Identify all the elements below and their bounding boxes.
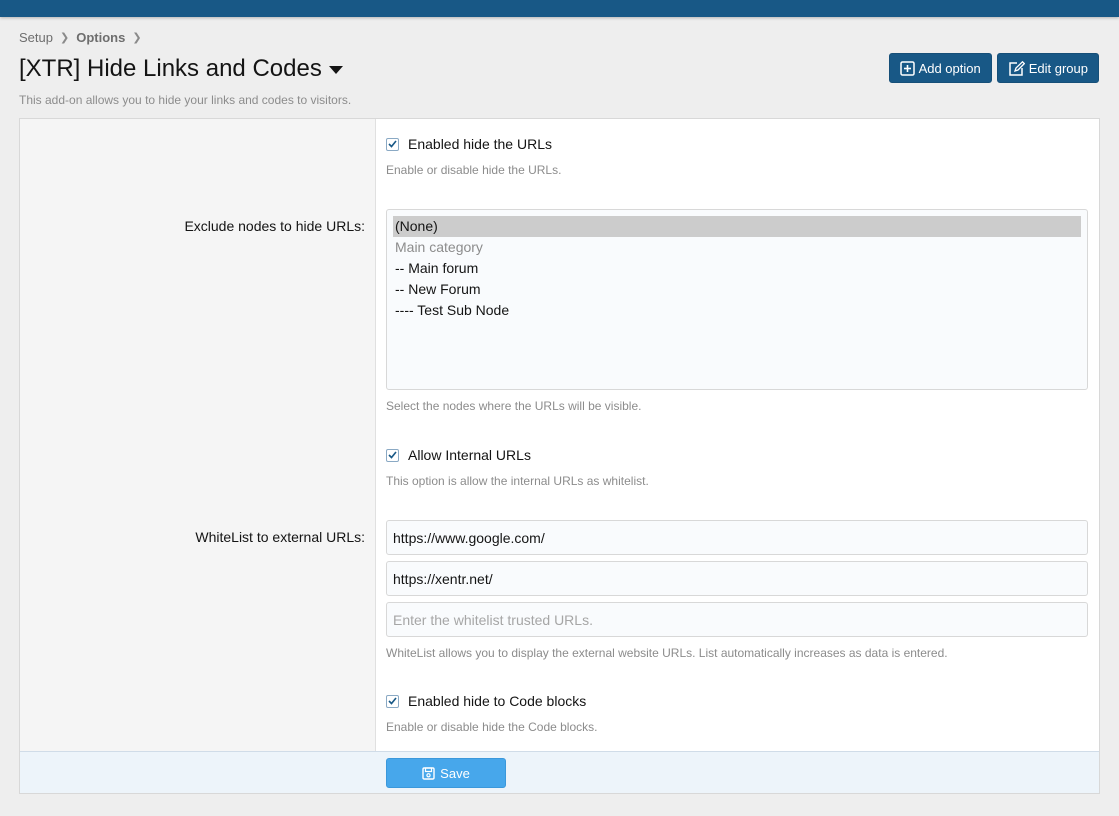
node-option-main-forum[interactable]: -- Main forum (393, 258, 1081, 279)
hide-code-checkbox-row[interactable]: Enabled hide to Code blocks (386, 693, 586, 709)
page-title-text: [XTR] Hide Links and Codes (19, 55, 322, 82)
breadcrumb-options[interactable]: Options (76, 30, 125, 45)
check-icon (388, 451, 397, 459)
breadcrumb: Setup ❯ Options ❯ (19, 30, 149, 45)
check-icon (388, 697, 397, 705)
whitelist-url-new-wrap (386, 602, 1088, 637)
whitelist-url-new-input[interactable] (386, 602, 1088, 637)
node-option-none[interactable]: (None) (393, 216, 1081, 237)
allow-internal-label: Allow Internal URLs (408, 447, 531, 463)
breadcrumb-setup[interactable]: Setup (19, 30, 53, 45)
whitelist-label: WhiteList to external URLs: (195, 529, 365, 545)
node-option-test-sub-node[interactable]: ---- Test Sub Node (393, 300, 1081, 321)
caret-down-icon[interactable] (328, 66, 343, 74)
hide-code-option: Enabled hide to Code blocks (386, 693, 586, 709)
chevron-right-icon: ❯ (59, 32, 70, 44)
allow-internal-checkbox[interactable] (386, 448, 399, 462)
hide-urls-option: Enabled hide the URLs (386, 136, 552, 152)
whitelist-url-2-input[interactable] (386, 561, 1088, 596)
hide-code-checkbox[interactable] (386, 694, 399, 708)
hide-urls-label: Enabled hide the URLs (408, 136, 552, 152)
whitelist-url-1-input[interactable] (386, 520, 1088, 555)
hide-code-label: Enabled hide to Code blocks (408, 693, 587, 709)
exclude-nodes-select[interactable]: (None) Main category -- Main forum -- Ne… (386, 209, 1088, 390)
header-actions: Add option Edit group (888, 53, 1099, 83)
exclude-nodes-label: Exclude nodes to hide URLs: (184, 218, 365, 234)
edit-group-label: Edit group (1028, 60, 1088, 76)
edit-group-button[interactable]: Edit group (996, 53, 1099, 83)
save-button[interactable]: Save (386, 758, 506, 788)
node-option-new-forum[interactable]: -- New Forum (393, 279, 1081, 300)
page-description: This add-on allows you to hide your link… (19, 93, 352, 107)
add-option-label: Add option (918, 60, 981, 76)
whitelist-hint: WhiteList allows you to display the exte… (386, 646, 948, 660)
add-option-button[interactable]: Add option (888, 53, 992, 83)
plus-square-icon (899, 60, 915, 76)
whitelist-url-1-wrap (386, 520, 1088, 555)
page-title: [XTR] Hide Links and Codes (19, 55, 343, 83)
check-icon (388, 140, 397, 148)
node-option-main-category: Main category (395, 239, 483, 255)
edit-icon (1008, 60, 1025, 76)
hide-urls-checkbox-row[interactable]: Enabled hide the URLs (386, 136, 552, 152)
top-bar (0, 0, 1119, 17)
allow-internal-hint: This option is allow the internal URLs a… (386, 474, 649, 488)
hide-code-hint: Enable or disable hide the Code blocks. (386, 720, 598, 734)
hide-urls-hint: Enable or disable hide the URLs. (386, 163, 562, 177)
allow-internal-option: Allow Internal URLs (386, 447, 531, 463)
exclude-nodes-hint: Select the nodes where the URLs will be … (386, 399, 642, 413)
chevron-right-icon: ❯ (132, 32, 142, 44)
save-icon (422, 766, 435, 780)
options-form: Exclude nodes to hide URLs: WhiteList to… (19, 118, 1100, 794)
whitelist-url-2-wrap (386, 561, 1088, 596)
label-column: Exclude nodes to hide URLs: WhiteList to… (20, 119, 376, 751)
node-list[interactable]: (None) Main category -- Main forum -- Ne… (386, 209, 1088, 390)
allow-internal-checkbox-row[interactable]: Allow Internal URLs (386, 447, 531, 463)
hide-urls-checkbox[interactable] (386, 137, 399, 151)
form-footer: Save (20, 751, 1099, 793)
save-label: Save (440, 765, 470, 781)
